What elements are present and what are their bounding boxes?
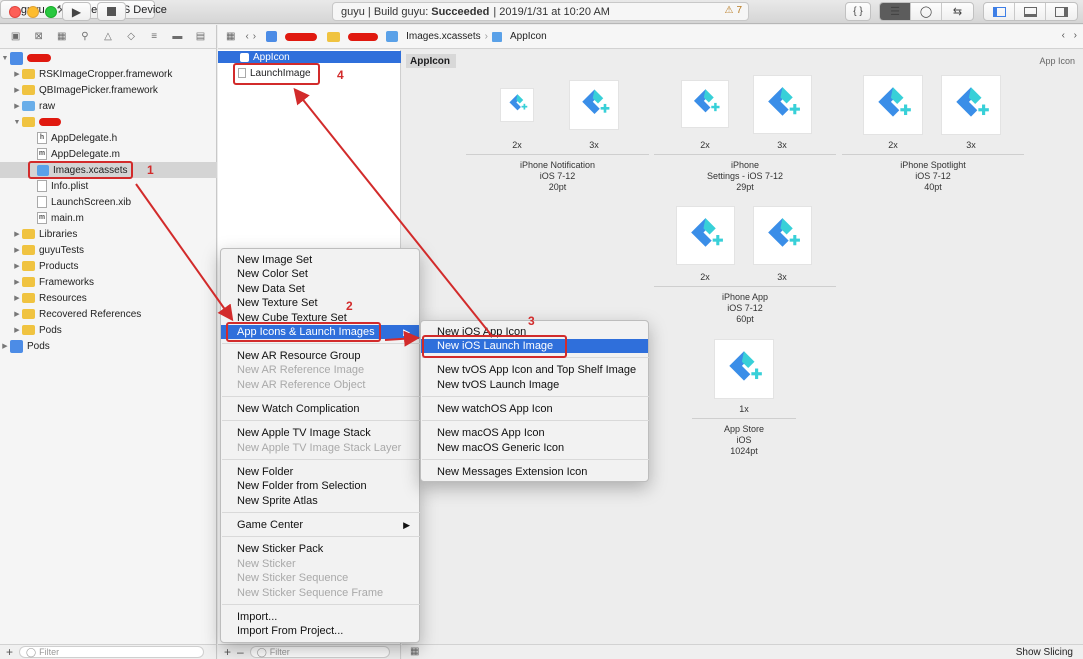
annotation-box-launchimage <box>233 63 320 85</box>
annotation-arrow-2 <box>384 330 420 347</box>
annotation-box-images-xcassets <box>28 161 133 179</box>
annotation-arrow-1 <box>135 183 234 322</box>
annotation-box-ios-launch-image <box>422 335 567 358</box>
annotation-number-4: 4 <box>337 68 344 82</box>
annotation-number-3: 3 <box>528 314 535 328</box>
annotation-number-2: 2 <box>346 299 353 313</box>
annotation-arrows <box>135 87 493 347</box>
annotation-number-1: 1 <box>147 163 154 177</box>
annotation-arrow-3 <box>293 87 493 337</box>
annotation-box-app-icons <box>226 322 381 342</box>
